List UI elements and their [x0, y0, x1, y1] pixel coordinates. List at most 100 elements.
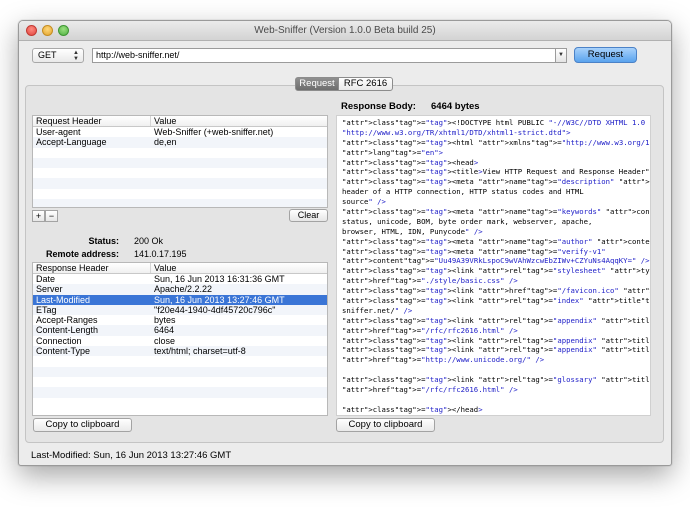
header-name-cell — [33, 387, 151, 397]
header-value-cell — [151, 367, 327, 377]
header-name-cell: Connection — [36, 335, 82, 346]
tab-request[interactable]: Request — [295, 77, 339, 91]
response-body-size: 6464 bytes — [431, 101, 480, 112]
source-line: "attr">class"tag">="tag"><html "attr">xm… — [342, 137, 650, 147]
status-value: 200 Ok — [134, 236, 164, 246]
header-value-cell — [151, 158, 327, 168]
source-line: "attr">class"tag">="tag"><meta "attr">na… — [342, 236, 650, 246]
table-row[interactable] — [33, 178, 327, 189]
header-name-cell — [33, 398, 151, 408]
table-row[interactable]: Accept-Language de,en — [33, 137, 327, 148]
table-header: Response Header Value — [33, 263, 327, 274]
source-line: "attr">lang"tag">="en"> — [342, 147, 444, 157]
url-history-dropdown[interactable]: ▼ — [555, 48, 567, 63]
source-line: "attr">class"tag">="tag"><head> — [342, 157, 479, 167]
header-value-cell: Sun, 16 Jun 2013 16:31:36 GMT — [154, 274, 285, 284]
source-line: "attr">href"tag">="/rfc/rfc2616.html" /> — [342, 325, 518, 335]
source-line: "attr">class"tag">="tag"><meta "attr">na… — [342, 207, 650, 217]
copy-body-button[interactable]: Copy to clipboard — [336, 418, 435, 432]
header-name-cell — [33, 158, 151, 168]
table-row[interactable] — [33, 157, 327, 169]
response-headers-table[interactable]: Response Header Value Date Sun, 16 Jun 20… — [32, 262, 328, 416]
source-line: source" /> — [342, 197, 386, 207]
source-line — [342, 365, 645, 375]
table-row[interactable] — [33, 356, 327, 366]
source-line: "attr">class"tag">="tag"><link "attr">re… — [342, 335, 650, 345]
table-row[interactable] — [33, 387, 327, 398]
header-value-cell: 6464 — [154, 325, 175, 336]
remove-header-button[interactable]: − — [45, 210, 58, 222]
table-row[interactable] — [33, 148, 327, 158]
table-row[interactable]: User-agent Web-Sniffer (+web-sniffer.net) — [33, 127, 327, 137]
header-name-cell — [33, 199, 151, 207]
source-line: "attr">class"tag">="tag"><link "attr">hr… — [342, 286, 650, 296]
table-row[interactable]: Server Apache/2.2.22 — [33, 284, 327, 295]
header-value-cell — [151, 189, 327, 199]
header-name-cell — [33, 178, 151, 188]
request-headers-table[interactable]: Request Header Value User-agent Web-Sniff… — [32, 115, 328, 208]
source-line: header of a HTTP connection, HTTP status… — [342, 187, 584, 197]
table-row[interactable]: Connection close — [33, 336, 327, 346]
header-name-cell — [33, 367, 151, 377]
header-value-cell — [151, 387, 327, 397]
url-input[interactable]: http://web-sniffer.net/ — [92, 48, 567, 63]
header-name-cell — [33, 168, 151, 178]
table-row[interactable]: Date Sun, 16 Jun 2013 16:31:36 GMT — [33, 274, 327, 284]
app-window: Web-Sniffer (Version 1.0.0 Beta build 25… — [18, 20, 672, 466]
header-value-cell — [151, 168, 327, 178]
source-line: "http://www.w3.org/TR/xhtml1/DTD/xhtml1-… — [342, 127, 571, 137]
method-value: GET — [38, 50, 57, 60]
column-header-response-header[interactable]: Response Header — [33, 263, 151, 273]
header-name-cell: Last-Modified — [36, 294, 91, 305]
table-row[interactable]: ETag "f20e44-1940-4df45720c796c" — [33, 304, 327, 316]
table-row[interactable] — [33, 189, 327, 199]
header-name-cell — [33, 377, 151, 387]
source-line: "attr">class"tag">="tag"><link "attr">re… — [342, 296, 650, 306]
table-row[interactable] — [33, 199, 327, 207]
source-line: "attr">class"tag">="tag"><!DOCTYPE html … — [342, 118, 650, 127]
table-row[interactable]: Last-Modified Sun, 16 Jun 2013 13:27:46 G… — [33, 294, 327, 305]
source-line: "attr">class"tag">="tag"><link "attr">re… — [342, 266, 650, 276]
header-value-cell: de,en — [154, 137, 177, 148]
source-line: "attr">class"tag">="tag"><link "attr">re… — [342, 345, 650, 355]
source-line: status, unicode, BOM, byte order mark, w… — [342, 216, 593, 226]
method-select[interactable]: GET ▲ ▼ — [32, 48, 84, 63]
table-row[interactable]: Content-Length 6464 — [33, 325, 327, 336]
source-line: "attr">class"tag">="tag"><meta "attr">na… — [342, 246, 606, 256]
column-header-value[interactable]: Value — [151, 263, 327, 273]
request-button[interactable]: Request — [574, 47, 637, 63]
header-value-cell — [151, 356, 327, 366]
table-row[interactable] — [33, 168, 327, 178]
header-value-cell — [151, 398, 327, 408]
header-value-cell — [151, 199, 327, 207]
header-value-cell: Apache/2.2.22 — [154, 284, 213, 295]
table-row[interactable]: Content-Type text/html; charset=utf-8 — [33, 346, 327, 357]
source-line: "attr">class"tag">="tag"><link "attr">re… — [342, 315, 650, 325]
header-value-cell: bytes — [154, 315, 176, 326]
remote-address-label: Remote address: — [45, 249, 119, 259]
header-name-cell: Date — [36, 274, 56, 284]
source-line: sniffer.net/" /> — [342, 305, 413, 315]
tab-rfc-2616[interactable]: RFC 2616 — [338, 77, 393, 91]
table-header: Request Header Value — [33, 116, 327, 127]
response-body-label: Response Body: — [341, 101, 416, 112]
source-line: "attr">href"tag">="/rfc/rfc2616.html" /> — [342, 385, 518, 395]
source-line: "attr">class"tag">="tag"></head> — [342, 404, 483, 414]
header-value-cell: close — [154, 335, 176, 346]
copy-headers-button[interactable]: Copy to clipboard — [33, 418, 132, 432]
header-name-cell: User-agent — [36, 127, 81, 137]
column-header-value[interactable]: Value — [151, 116, 327, 126]
add-header-button[interactable]: + — [32, 210, 45, 222]
header-name-cell: ETag — [36, 304, 57, 315]
column-header-request-header[interactable]: Request Header — [33, 116, 151, 126]
table-row[interactable] — [33, 366, 327, 377]
clear-button[interactable]: Clear — [289, 209, 328, 222]
table-row[interactable] — [33, 377, 327, 387]
table-row[interactable] — [33, 398, 327, 408]
header-value-cell — [151, 377, 327, 387]
remote-address-value: 141.0.17.195 — [134, 249, 187, 259]
source-line — [342, 395, 645, 405]
response-body-source[interactable]: "attr">class"tag">="tag"><!DOCTYPE html … — [336, 115, 651, 416]
table-row[interactable]: Accept-Ranges bytes — [33, 315, 327, 325]
source-line: "attr">class"tag">="tag"><link "attr">re… — [342, 375, 650, 385]
